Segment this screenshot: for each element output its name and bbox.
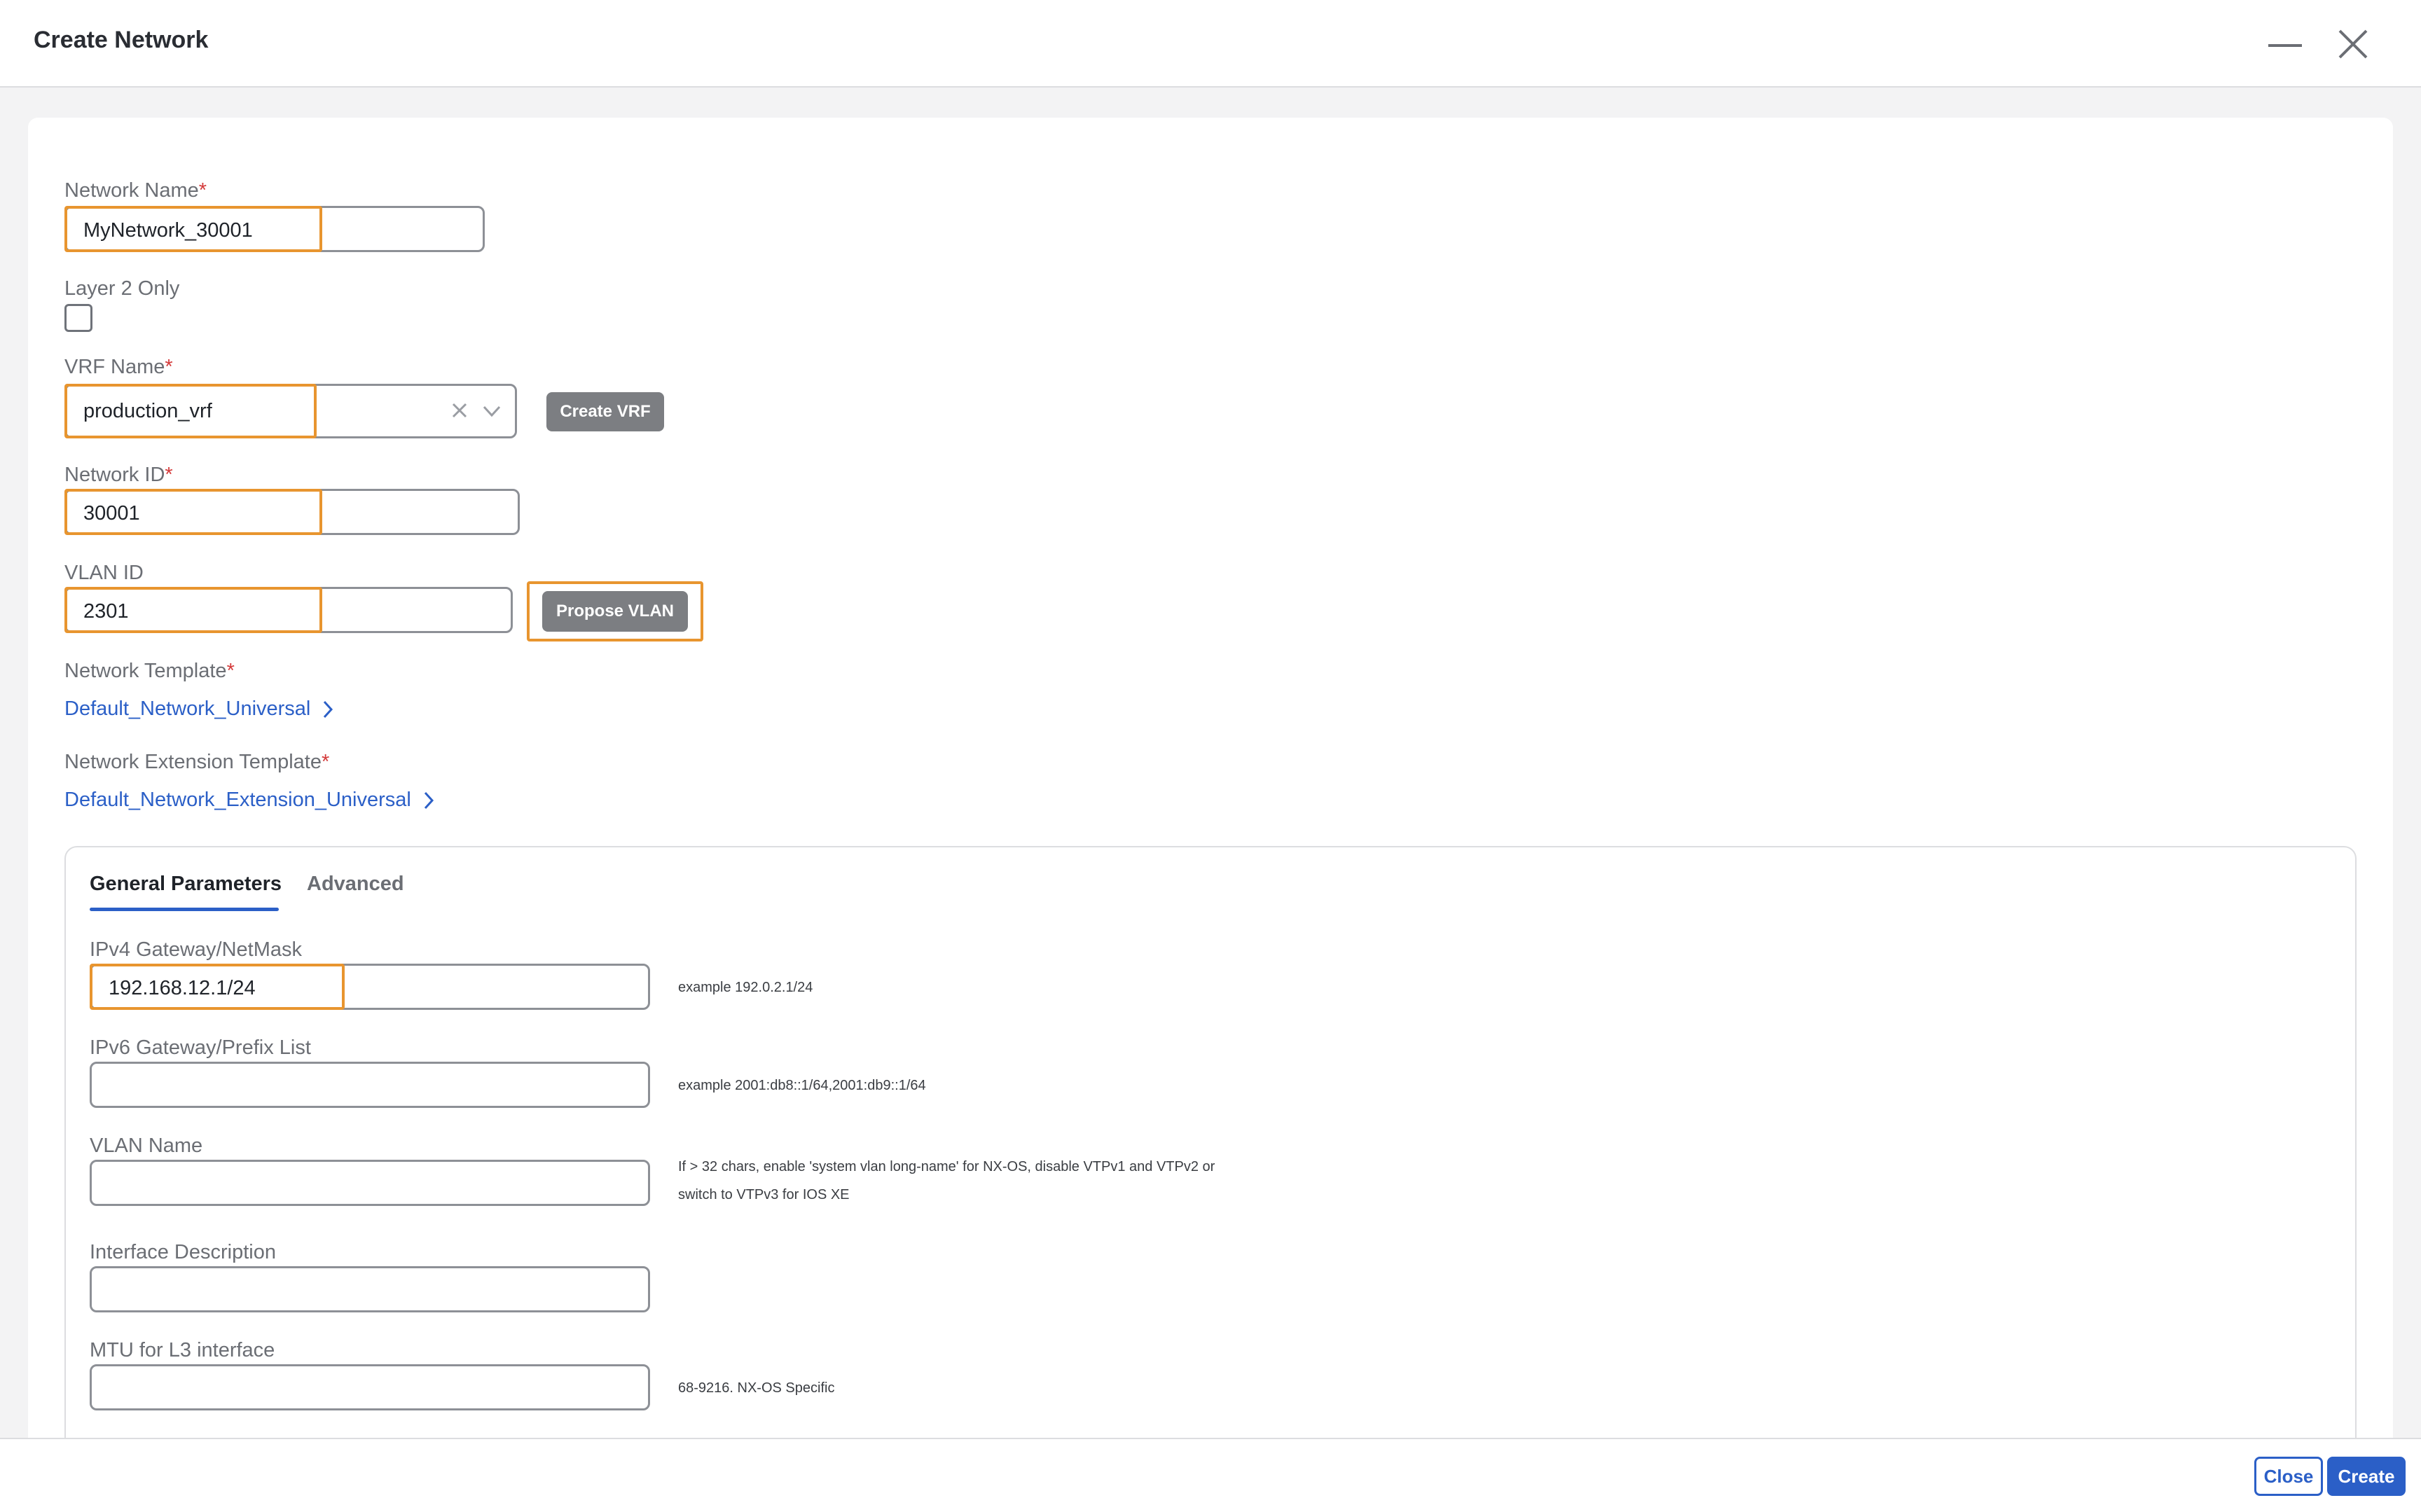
- vlan-id-input[interactable]: 2301: [64, 587, 513, 633]
- network-id-input[interactable]: 30001: [64, 489, 520, 535]
- network-id-value: 30001: [83, 502, 140, 525]
- layer2-only-label: Layer 2 Only: [64, 277, 180, 300]
- vlan-name-hint-line1: If > 32 chars, enable 'system vlan long-…: [678, 1159, 1215, 1174]
- ipv6-gateway-input[interactable]: [90, 1062, 650, 1108]
- mtu-input[interactable]: [90, 1364, 650, 1410]
- vlan-name-hint-line2: switch to VTPv3 for IOS XE: [678, 1187, 850, 1202]
- ipv6-gateway-label: IPv6 Gateway/Prefix List: [90, 1036, 311, 1059]
- network-extension-template-label: Network Extension Template*: [64, 751, 330, 773]
- mtu-hint: 68-9216. NX-OS Specific: [678, 1380, 835, 1396]
- ipv4-gateway-label: IPv4 Gateway/NetMask: [90, 938, 302, 961]
- vlan-name-label: VLAN Name: [90, 1135, 203, 1157]
- tab-advanced[interactable]: Advanced: [307, 873, 404, 896]
- form-card: Network Name* MyNetwork_30001 Layer 2 On…: [28, 118, 2393, 1512]
- close-button[interactable]: Close: [2254, 1457, 2323, 1496]
- vrf-name-value: production_vrf: [83, 400, 212, 422]
- network-extension-template-value: Default_Network_Extension_Universal: [64, 789, 411, 811]
- network-id-label: Network ID*: [64, 464, 173, 486]
- ipv4-hint: example 192.0.2.1/24: [678, 980, 813, 995]
- network-name-input[interactable]: MyNetwork_30001: [64, 206, 485, 252]
- network-template-label: Network Template*: [64, 660, 235, 682]
- network-extension-template-link[interactable]: Default_Network_Extension_Universal: [64, 789, 435, 812]
- active-tab-indicator: [90, 908, 279, 911]
- dialog-title: Create Network: [34, 27, 209, 53]
- vrf-name-label: VRF Name*: [64, 356, 173, 378]
- clear-icon[interactable]: [449, 400, 470, 424]
- ipv4-gateway-input[interactable]: 192.168.12.1/24: [90, 964, 650, 1010]
- vlan-id-label: VLAN ID: [64, 562, 144, 584]
- ipv4-gateway-value: 192.168.12.1/24: [109, 977, 256, 999]
- vlan-name-input[interactable]: [90, 1160, 650, 1206]
- mtu-label: MTU for L3 interface: [90, 1339, 275, 1361]
- close-icon[interactable]: [2329, 20, 2378, 69]
- tab-general-parameters[interactable]: General Parameters: [90, 873, 282, 896]
- interface-description-label: Interface Description: [90, 1241, 276, 1263]
- network-template-value: Default_Network_Universal: [64, 698, 311, 720]
- dialog-header: Create Network: [0, 0, 2421, 88]
- create-button[interactable]: Create: [2327, 1457, 2406, 1496]
- dialog-footer: Close Create: [0, 1438, 2421, 1512]
- chevron-right-icon: [324, 700, 333, 718]
- vlan-id-value: 2301: [83, 600, 129, 623]
- chevron-right-icon: [424, 791, 434, 809]
- ipv6-hint: example 2001:db8::1/64,2001:db9::1/64: [678, 1078, 926, 1093]
- parameters-panel: General Parameters Advanced IPv4 Gateway…: [64, 846, 2357, 1512]
- interface-description-input[interactable]: [90, 1266, 650, 1312]
- create-vrf-button[interactable]: Create VRF: [546, 392, 664, 431]
- minimize-icon[interactable]: [2261, 20, 2310, 69]
- vrf-name-select[interactable]: production_vrf: [64, 384, 517, 438]
- layer2-only-checkbox[interactable]: [64, 304, 92, 332]
- chevron-down-icon[interactable]: [481, 403, 502, 423]
- network-name-label: Network Name*: [64, 179, 207, 202]
- network-name-value: MyNetwork_30001: [83, 219, 253, 242]
- propose-vlan-button[interactable]: Propose VLAN: [542, 591, 688, 632]
- network-template-link[interactable]: Default_Network_Universal: [64, 698, 334, 721]
